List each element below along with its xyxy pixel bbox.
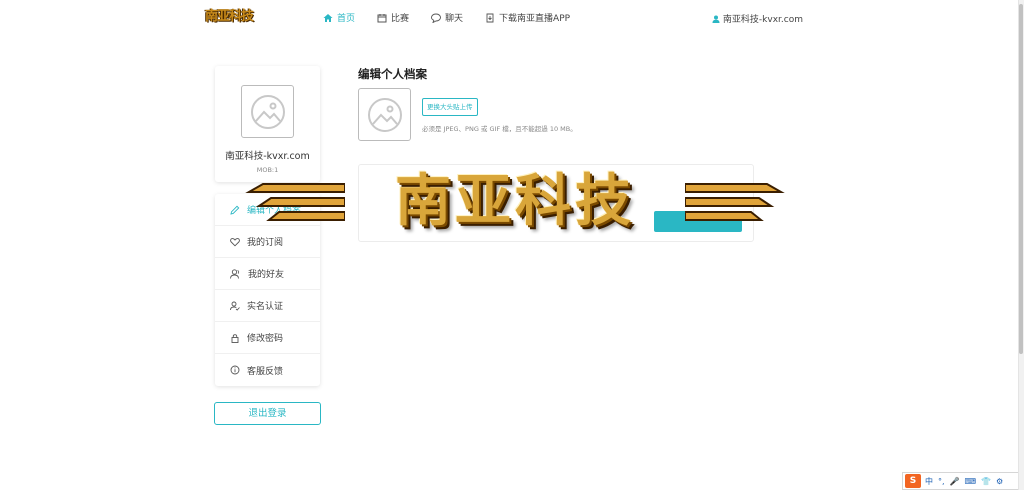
ime-keyboard-icon[interactable]: ⌨ [965,477,977,486]
avatar-preview [358,88,411,141]
nav-download-app[interactable]: 下载南亚直播APP [485,11,570,24]
user-verify-icon [230,301,240,311]
sidebar-item-label: 我的好友 [248,270,285,280]
sidebar-item-label: 客服反馈 [247,366,284,377]
site-logo[interactable]: 南亚科技 [205,5,265,29]
ime-settings-icon[interactable]: ⚙ [996,477,1003,486]
main-nav: 首页 比赛 聊天 下载南亚直播APP [323,11,592,24]
image-placeholder-icon [367,97,402,132]
scrollbar-thumb[interactable] [1019,4,1023,354]
left-wing-icon [245,183,345,221]
sidebar-item-change-password[interactable]: 修改密码 [215,322,320,354]
pencil-icon [230,205,240,215]
lock-icon [231,333,239,343]
upload-avatar-button[interactable]: 更换大头贴上传 [422,98,478,116]
ime-skin-icon[interactable]: 👕 [981,477,991,486]
nav-home-label: 首页 [337,14,356,24]
user-account-link[interactable]: 南亚科技-kvxr.com [712,12,803,25]
ime-logo[interactable]: S [905,474,921,488]
sidebar-item-friends[interactable]: 我的好友 [215,258,320,290]
sidebar-item-label: 实名认证 [247,302,284,312]
ime-voice-icon[interactable]: 🎤 [950,477,960,486]
chat-bubble-icon [431,13,441,23]
sidebar-item-label: 修改密码 [247,334,284,344]
heart-icon [230,237,240,246]
right-wing-icon [685,183,785,221]
banner-text: 南亚科技 [395,168,635,234]
user-account-label: 南亚科技-kvxr.com [722,15,803,25]
avatar [241,85,294,138]
nav-matches[interactable]: 比赛 [377,11,409,24]
friends-icon [230,268,240,279]
logout-button[interactable]: 退出登录 [214,402,321,425]
nav-download-label: 下载南亚直播APP [499,14,571,24]
ime-punctuation[interactable]: °, [938,477,945,486]
user-icon [712,15,720,23]
ime-lang-toggle[interactable]: 中 [925,476,933,487]
nav-matches-label: 比赛 [391,14,410,24]
upload-hint: 必须是 JPEG、PNG 或 GIF 檔，且不能超過 10 MB。 [422,125,577,133]
nav-chat-label: 聊天 [445,14,464,24]
scrollbar[interactable] [1018,0,1024,490]
nav-chat[interactable]: 聊天 [431,11,463,24]
nav-home[interactable]: 首页 [323,11,355,24]
download-icon [486,13,494,22]
top-header: 南亚科技 首页 比赛 聊天 下载南亚直播APP 南亚科技-kvxr.com [0,0,1018,36]
info-icon [230,365,240,375]
sidebar-item-feedback[interactable]: 客服反馈 [215,354,320,386]
page-title: 编辑个人档案 [358,67,427,81]
sidebar-item-verification[interactable]: 实名认证 [215,290,320,322]
home-icon [323,13,333,22]
ime-toolbar: S 中 °, 🎤 ⌨ 👕 ⚙ [902,472,1022,490]
watermark-banner: 南亚科技 [245,160,785,242]
image-placeholder-icon [250,94,285,129]
calendar-icon [377,13,387,22]
page: 南亚科技 首页 比赛 聊天 下载南亚直播APP 南亚科技-kvxr.com 南亚… [0,0,1024,490]
